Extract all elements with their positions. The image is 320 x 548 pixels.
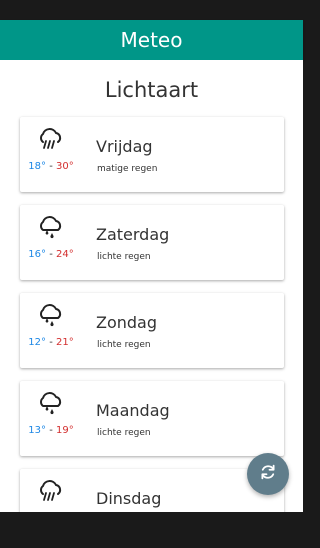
drizzle-cloud-icon [35,391,65,415]
rain-cloud-icon [35,127,65,151]
location-title: Lichtaart [104,78,199,102]
max-temperature: 21° [55,337,74,348]
min-temperature: 13° [28,425,46,436]
temperature-range: 16° - 24° [20,249,82,260]
min-temperature: 12° [28,337,46,348]
temperature-separator: - [49,425,53,436]
temperature-range: 18° - 30° [20,161,82,172]
refresh-button[interactable] [247,453,289,495]
forecast-card-monday[interactable]: 13° - 19° Maandag lichte regen [20,381,284,456]
rain-cloud-icon [35,479,65,503]
weather-description: lichte regen [97,340,151,350]
day-label: Zaterdag [96,225,170,244]
max-temperature: 30° [55,161,74,172]
day-label: Vrijdag [96,137,153,156]
min-temperature: 16° [28,249,46,260]
temperature-range: 12° - 21° [20,337,82,348]
navigation-bar [0,512,303,548]
app-bar: Meteo [0,20,303,60]
forecast-card-sunday[interactable]: 12° - 21° Zondag lichte regen [20,293,284,368]
main-content[interactable]: Lichtaart 18° - 30° Vrijdag matige regen [0,60,303,512]
max-temperature: 19° [55,425,74,436]
forecast-list[interactable]: 18° - 30° Vrijdag matige regen 16° - 24°… [20,117,284,512]
forecast-card-saturday[interactable]: 16° - 24° Zaterdag lichte regen [20,205,284,280]
forecast-card-tuesday[interactable]: Dinsdag [20,469,284,512]
temperature-separator: - [49,337,53,348]
drizzle-cloud-icon [35,215,65,239]
status-bar [0,0,303,20]
drizzle-cloud-icon [35,303,65,327]
forecast-card-friday[interactable]: 18° - 30° Vrijdag matige regen [20,117,284,192]
day-label: Dinsdag [96,489,162,508]
temperature-separator: - [49,249,53,260]
app-title: Meteo [120,28,183,52]
weather-description: lichte regen [97,252,151,262]
refresh-icon [259,463,277,485]
weather-description: lichte regen [97,428,151,438]
max-temperature: 24° [55,249,74,260]
weather-description: matige regen [97,164,158,174]
day-label: Maandag [96,401,170,420]
day-label: Zondag [96,313,158,332]
temperature-separator: - [49,161,53,172]
temperature-range: 13° - 19° [20,425,82,436]
min-temperature: 18° [28,161,46,172]
